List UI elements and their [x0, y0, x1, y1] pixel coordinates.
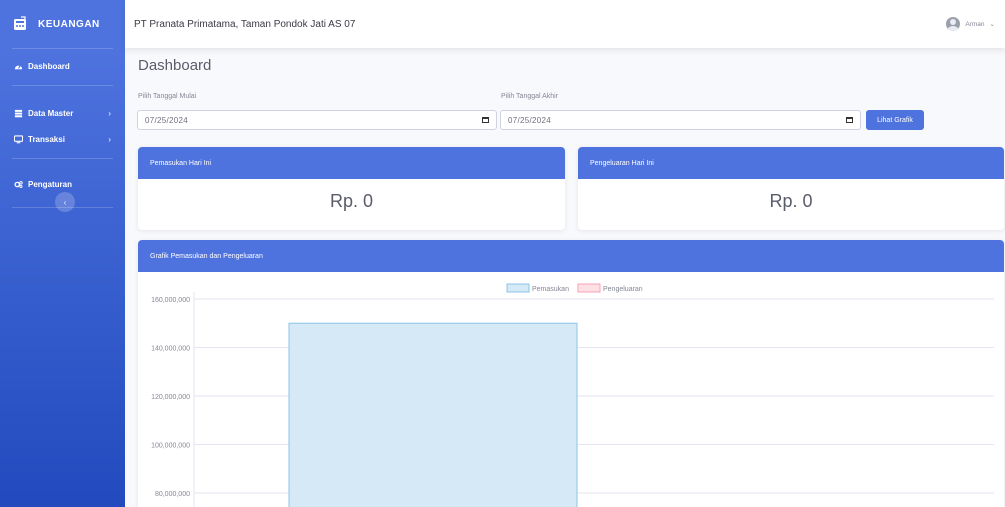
calculator-icon — [12, 16, 28, 32]
end-date-value: 07/25/2024 — [508, 115, 552, 125]
y-tick-label: 140,000,000 — [151, 346, 190, 353]
y-tick-label: 100,000,000 — [151, 443, 190, 450]
y-tick-label: 80,000,000 — [155, 491, 190, 498]
calendar-icon[interactable] — [482, 117, 489, 123]
chevron-right-icon: › — [108, 108, 111, 118]
legend-swatch — [577, 283, 601, 293]
start-date-value: 07/25/2024 — [145, 115, 189, 125]
organization-name: PT Pranata Primatama, Taman Pondok Jati … — [134, 18, 356, 30]
tachometer-icon — [14, 62, 23, 71]
end-date-label: Pilih Tanggal Akhir — [501, 93, 559, 100]
income-amount: Rp. 0 — [329, 191, 374, 211]
sidebar-item-label: Dashboard — [28, 61, 70, 71]
chart-card-title: Grafik Pemasukan dan Pengeluaran — [138, 240, 1004, 272]
user-menu[interactable]: Arman ⌄ — [946, 0, 995, 48]
legend-swatch — [506, 283, 530, 293]
start-date-input[interactable]: 07/25/2024 — [137, 110, 497, 130]
expense-card-title: Pengeluaran Hari Ini — [578, 147, 1004, 179]
sidebar-divider — [12, 48, 113, 49]
sidebar-item-transaksi[interactable]: Transaksi › — [0, 126, 125, 152]
lihat-grafik-button[interactable]: Lihat Grafik — [866, 110, 924, 130]
end-date-input[interactable]: 07/25/2024 — [500, 110, 861, 130]
legend-label: Pemasukan — [532, 286, 569, 293]
y-tick-label: 120,000,000 — [151, 394, 190, 401]
income-card-title: Pemasukan Hari Ini — [138, 147, 565, 179]
chart-area: 160,000,000 140,000,000 120,000,000 100,000… — [138, 272, 1004, 507]
income-card: Pemasukan Hari Ini Rp. 0 — [138, 147, 565, 230]
chart-card: Grafik Pemasukan dan Pengeluaran 160,000… — [138, 240, 1004, 507]
sidebar-item-label: Data Master — [28, 108, 74, 118]
sidebar-divider — [12, 85, 113, 86]
expense-amount: Rp. 0 — [769, 191, 813, 211]
avatar-icon — [946, 17, 961, 31]
desktop-icon — [14, 134, 23, 144]
page-title: Dashboard — [138, 57, 212, 74]
topbar: PT Pranata Primatama, Taman Pondok Jati … — [125, 0, 1005, 48]
chevron-right-icon: › — [108, 134, 111, 144]
sidebar-item-dashboard[interactable]: Dashboard — [0, 53, 125, 79]
sidebar-brand[interactable]: KEUANGAN — [0, 0, 125, 48]
user-name: Arman — [965, 20, 985, 28]
sidebar-divider — [12, 158, 113, 159]
bar-pemasukan — [288, 322, 578, 507]
chevron-down-icon: ⌄ — [989, 21, 995, 28]
calendar-icon[interactable] — [846, 117, 853, 123]
start-date-label: Pilih Tanggal Mulai — [138, 93, 197, 100]
y-tick-label: 160,000,000 — [151, 297, 190, 304]
legend-label: Pengeluaran — [603, 286, 643, 293]
bar-chart: 160,000,000 140,000,000 120,000,000 100,000… — [151, 283, 994, 507]
database-icon — [14, 109, 23, 118]
expense-card: Pengeluaran Hari Ini Rp. 0 — [578, 147, 1004, 230]
sidebar-toggle-button[interactable]: ‹ — [55, 192, 75, 212]
sidebar-item-label: Pengaturan — [28, 179, 73, 189]
sidebar-item-label: Transaksi — [28, 134, 65, 144]
cogs-icon — [14, 180, 23, 189]
brand-name: KEUANGAN — [38, 18, 100, 30]
chevron-left-icon: ‹ — [63, 197, 67, 207]
sidebar: KEUANGAN Dashboard Data Master › Transak… — [0, 0, 125, 507]
sidebar-item-data-master[interactable]: Data Master › — [0, 100, 125, 126]
